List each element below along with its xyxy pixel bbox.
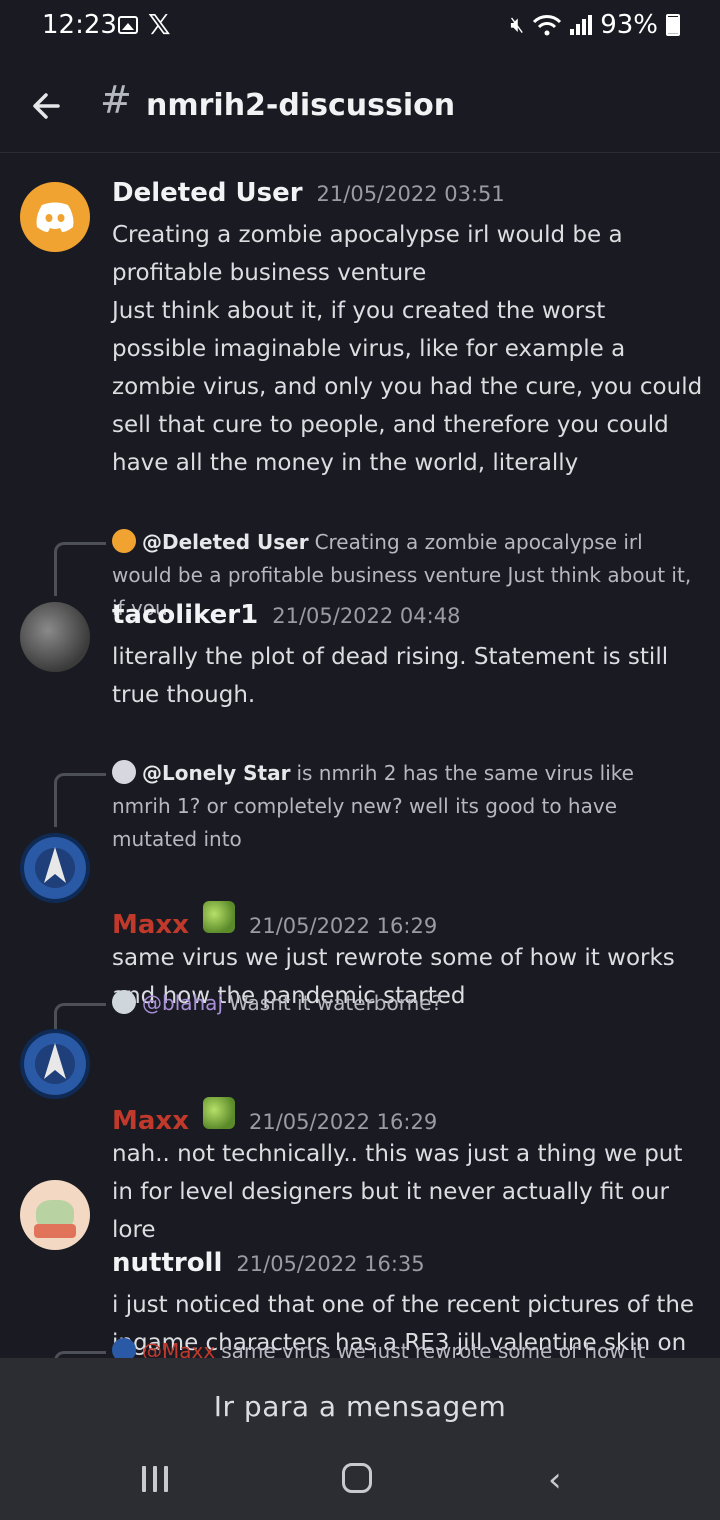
avatar[interactable] [20,182,90,252]
avatar[interactable] [20,602,90,672]
message-meta: Maxx 21/05/2022 16:29 [112,1097,704,1136]
system-navigation-bar: ‹ [0,1454,720,1520]
timestamp: 21/05/2022 16:29 [248,914,438,938]
message-content: Deleted User 21/05/2022 03:51 Creating a… [112,178,704,482]
reply-reference[interactable]: @Lonely Star is nmrih 2 has the same viru… [0,753,720,851]
channel-name[interactable]: nmrih2-discussion [146,88,455,123]
reply-connector [54,542,106,596]
role-emoji-icon [202,901,235,933]
role-emoji-icon [202,1097,235,1129]
message-content: tacoliker1 21/05/2022 04:48 literally th… [112,600,704,714]
mute-icon: 🔇︎ [510,12,525,38]
reply-avatar [112,760,136,784]
battery-icon [666,14,680,36]
message-meta: Deleted User 21/05/2022 03:51 [112,178,704,216]
x-app-notification-icon: 𝕏 [148,8,171,41]
wifi-icon [533,15,562,36]
reply-snippet: Wasnt it waterborne? [229,991,443,1015]
signal-icon [570,15,593,35]
back-arrow-icon[interactable] [28,84,72,128]
message[interactable]: Maxx 21/05/2022 16:29 nah.. not technica… [0,1027,720,1243]
status-bar: 12:23 𝕏 🔇︎ 93% [0,0,720,56]
channel-hash-icon: # [100,78,132,122]
message[interactable]: Maxx 21/05/2022 16:29 same virus we just… [0,831,720,1009]
username[interactable]: nuttroll [112,1248,222,1278]
gallery-notification-icon [118,16,138,34]
timestamp: 21/05/2022 16:35 [236,1252,425,1276]
avatar[interactable] [20,833,90,903]
message-meta: tacoliker1 21/05/2022 04:48 [112,600,704,638]
reply-author: @blahaj [142,991,223,1015]
reply-reference[interactable]: @Deleted User Creating a zombie apocalyps… [0,522,720,620]
reply-avatar [112,529,136,553]
discord-logo-icon [36,202,74,232]
username[interactable]: Maxx [112,1106,189,1136]
home-icon[interactable] [342,1463,372,1493]
reply-connector [54,773,106,827]
message-body: literally the plot of dead rising. State… [112,644,669,708]
username[interactable]: Deleted User [112,178,303,208]
nav-back-icon[interactable]: ‹ [548,1460,562,1500]
username[interactable]: tacoliker1 [112,600,258,630]
timestamp: 21/05/2022 04:48 [272,604,461,628]
message[interactable]: nuttroll 21/05/2022 16:35 i just noticed… [0,1178,720,1356]
status-icons: 🔇︎ 93% [510,10,680,40]
avatar[interactable] [20,1029,90,1099]
timestamp: 21/05/2022 16:29 [248,1110,438,1134]
reply-author: @Deleted User [142,530,309,554]
reply-preview: @blahaj Wasnt it waterborne? [112,987,694,1020]
recent-apps-icon[interactable] [142,1466,168,1492]
timestamp: 21/05/2022 03:51 [316,182,505,206]
reply-author: @Lonely Star [142,761,291,785]
channel-header: # nmrih2-discussion [0,64,720,153]
status-time: 12:23 [42,10,117,40]
message-meta: Maxx 21/05/2022 16:29 [112,901,704,940]
jump-to-message-button[interactable]: Ir para a mensagem [0,1358,720,1454]
username[interactable]: Maxx [112,910,189,940]
reply-avatar [112,990,136,1014]
message-meta: nuttroll 21/05/2022 16:35 [112,1248,704,1286]
message-body: Creating a zombie apocalypse irl would b… [112,222,703,476]
jump-to-message-label: Ir para a mensagem [213,1389,507,1423]
avatar[interactable] [20,1180,90,1250]
battery-percent: 93% [600,10,658,40]
